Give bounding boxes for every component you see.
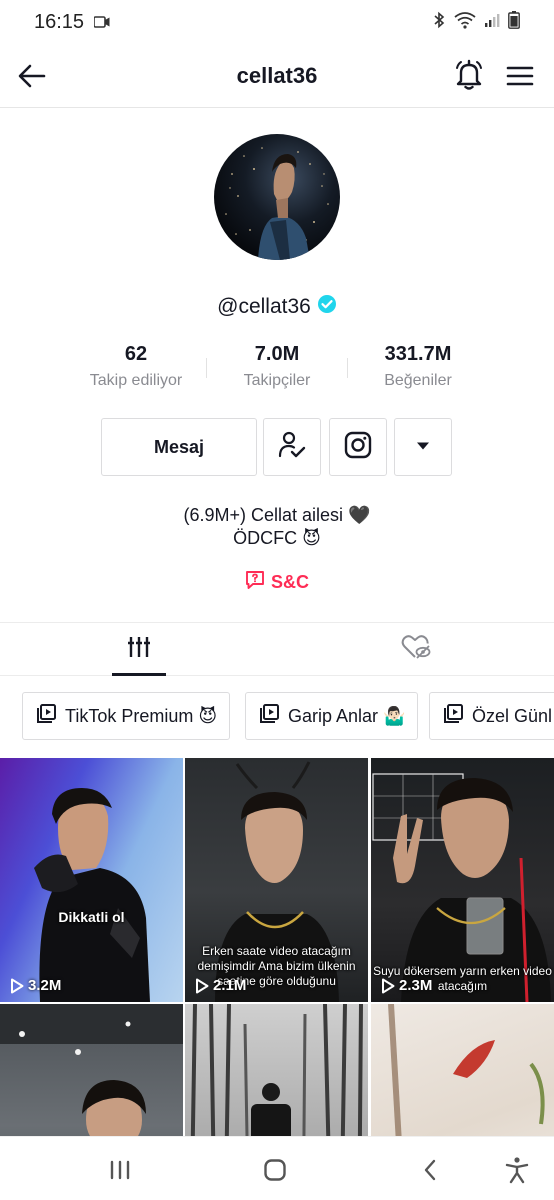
more-options-button[interactable] xyxy=(394,418,452,476)
battery-icon xyxy=(508,10,520,34)
profile-stats: 62 Takip ediliyor 7.0M Takipçiler 331.7M… xyxy=(0,340,554,396)
following-button[interactable] xyxy=(263,418,321,476)
playlist-label: Garip Anlar 🤷🏻‍♂️ xyxy=(288,705,406,726)
hamburger-menu-icon[interactable] xyxy=(502,58,538,94)
active-tab-indicator xyxy=(112,673,166,676)
video-thumbnail[interactable]: Suyu dökersem yarın erken video atacağım… xyxy=(371,758,554,1002)
verified-badge-icon xyxy=(317,294,337,319)
video-caption: Dikkatli ol xyxy=(58,909,125,925)
profile-bio: (6.9M+) Cellat ailesi 🖤 ÖDCFC 😈 xyxy=(0,504,554,550)
play-icon xyxy=(196,978,209,993)
back-arrow-icon[interactable] xyxy=(14,58,50,94)
playlist-row: TikTok Premium 😈 Garip Anlar 🤷🏻‍♂️ Özel … xyxy=(0,692,554,740)
stat-label: Takipçiler xyxy=(243,372,311,389)
home-icon[interactable] xyxy=(258,1153,292,1187)
playlist-icon xyxy=(258,703,280,730)
recent-apps-icon[interactable] xyxy=(103,1153,137,1187)
video-views-count: 2.3M xyxy=(399,977,433,994)
qa-link-label: S&C xyxy=(270,572,309,592)
bell-icon[interactable] xyxy=(450,56,488,94)
content-tabs xyxy=(0,622,554,676)
qa-link[interactable]: S&C xyxy=(0,570,554,595)
tab-liked[interactable] xyxy=(277,623,554,675)
profile-header: cellat36 xyxy=(0,44,554,108)
username-row: @cellat36 xyxy=(0,294,554,319)
video-views-count: 2.1M xyxy=(213,977,247,994)
playlist-chip[interactable]: Garip Anlar 🤷🏻‍♂️ xyxy=(245,692,419,740)
video-thumbnail[interactable] xyxy=(371,1004,554,1136)
bluetooth-icon xyxy=(432,11,446,34)
user-check-icon xyxy=(277,430,307,465)
page-title: cellat36 xyxy=(236,62,318,88)
video-views: 3.2M xyxy=(10,977,61,994)
stat-label: Beğeniler xyxy=(384,372,452,389)
stat-following[interactable]: 62 Takip ediliyor xyxy=(66,340,206,390)
video-record-icon xyxy=(93,11,110,34)
accessibility-icon[interactable] xyxy=(500,1153,534,1187)
playlist-label: Özel Günl xyxy=(472,705,553,726)
message-question-icon xyxy=(245,570,265,595)
status-time: 16:15 xyxy=(34,10,85,33)
videos-grid-icon xyxy=(127,635,151,664)
video-views-count: 3.2M xyxy=(28,977,62,994)
video-thumbnail[interactable]: Erken saate video atacağım demişimdir Am… xyxy=(185,758,368,1002)
playlist-chip[interactable]: Özel Günl xyxy=(429,692,554,740)
stat-value: 62 xyxy=(124,343,148,365)
instagram-button[interactable] xyxy=(329,418,387,476)
play-icon xyxy=(382,978,395,993)
message-button[interactable]: Mesaj xyxy=(101,418,257,476)
back-icon[interactable] xyxy=(413,1153,447,1187)
wifi-icon xyxy=(454,11,476,34)
video-grid: Dikkatli ol 3.2M Erken saate video ataca… xyxy=(0,758,554,1136)
bio-line: ÖDCFC 😈 xyxy=(233,528,321,548)
tab-videos[interactable] xyxy=(0,623,277,675)
video-views: 2.3M xyxy=(381,977,432,994)
playlist-icon xyxy=(35,703,57,730)
stat-label: Takip ediliyor xyxy=(89,372,183,389)
stat-likes[interactable]: 331.7M Beğeniler xyxy=(348,340,488,390)
stat-followers[interactable]: 7.0M Takipçiler xyxy=(207,340,347,390)
avatar[interactable] xyxy=(214,134,340,260)
video-views: 2.1M xyxy=(195,977,246,994)
caret-down-icon xyxy=(416,438,430,456)
playlist-label: TikTok Premium 😈 xyxy=(65,705,218,726)
bio-line: (6.9M+) Cellat ailesi 🖤 xyxy=(183,505,371,525)
instagram-icon xyxy=(344,431,372,464)
profile-handle: @cellat36 xyxy=(217,294,311,318)
stat-value: 7.0M xyxy=(254,343,300,365)
stat-value: 331.7M xyxy=(384,343,452,365)
video-thumbnail[interactable]: Dikkatli ol 3.2M xyxy=(0,758,183,1002)
playlist-chip[interactable]: TikTok Premium 😈 xyxy=(22,692,231,740)
play-icon xyxy=(11,978,24,993)
liked-hidden-icon xyxy=(401,634,431,665)
signal-icon xyxy=(484,12,500,33)
status-bar: 16:15 xyxy=(0,0,554,44)
playlist-icon xyxy=(442,703,464,730)
video-thumbnail[interactable] xyxy=(185,1004,368,1136)
video-thumbnail[interactable] xyxy=(0,1004,183,1136)
system-nav-bar xyxy=(0,1136,554,1200)
